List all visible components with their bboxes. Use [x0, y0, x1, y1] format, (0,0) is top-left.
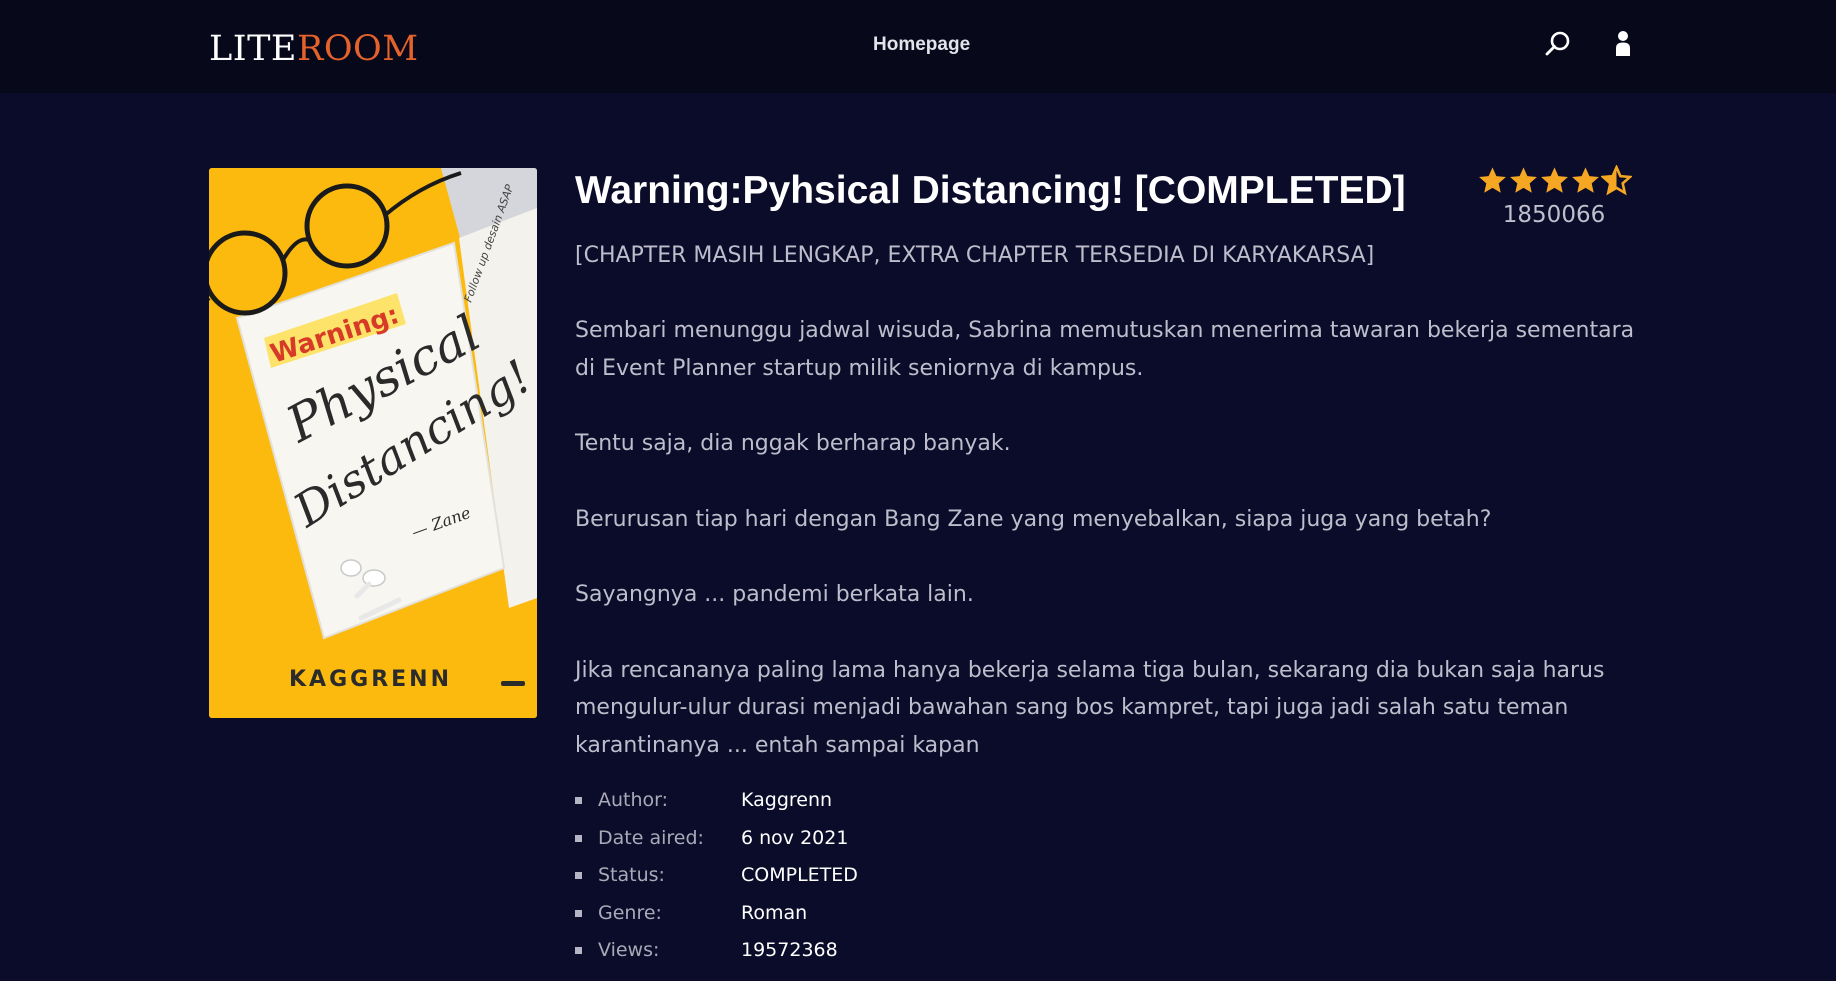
synopsis-paragraph: Sayangnya ... pandemi berkata lain. [575, 582, 974, 607]
detail-label: Status: [598, 864, 665, 886]
cover-author-text: KAGGRENN [289, 667, 452, 692]
list-bullet [575, 909, 582, 917]
top-nav-bar: LITEROOM Homepage [0, 0, 1836, 93]
detail-label: Date aired: [598, 826, 704, 849]
book-subtitle: [CHAPTER MASIH LENGKAP, EXTRA CHAPTER TE… [575, 243, 1375, 268]
detail-value: Kaggrenn [741, 789, 833, 811]
detail-value: 19572368 [741, 939, 838, 961]
list-bullet [575, 947, 582, 954]
book-title: Warning:Pyhsical Distancing! [COMPLETED] [575, 169, 1406, 212]
logo-text-lite: LITE [209, 29, 297, 69]
cover-dash-mark [501, 681, 525, 686]
book-cover-image: Warning: Physical Distancing! — Zane Fol… [209, 168, 537, 718]
rating-count: 1850066 [1502, 202, 1606, 228]
logo-text-room: ROOM [296, 29, 419, 69]
search-icon [1545, 31, 1570, 56]
search-button[interactable] [1542, 28, 1574, 60]
list-bullet [575, 834, 582, 842]
star-rating [1472, 165, 1636, 199]
book-synopsis: Sembari menunggu jadwal wisuda, Sabrina … [575, 312, 1635, 802]
list-bullet [575, 797, 582, 804]
star-icon [1478, 167, 1506, 193]
book-rating: 1850066 [1472, 165, 1636, 229]
detail-value: 6 nov 2021 [741, 826, 849, 849]
synopsis-paragraph: Sembari menunggu jadwal wisuda, Sabrina … [575, 318, 1635, 381]
synopsis-paragraph: Tentu saja, dia nggak berharap banyak. [575, 431, 1011, 456]
detail-value: Roman [741, 901, 808, 924]
detail-label: Author: [598, 789, 669, 811]
cover-earbud-right [340, 559, 362, 577]
detail-label: Views: [598, 939, 660, 961]
synopsis-paragraph: Berurusan tiap hari dengan Bang Zane yan… [575, 506, 1492, 532]
star-icon [1571, 167, 1599, 193]
detail-value: COMPLETED [741, 864, 858, 886]
list-bullet [575, 872, 582, 879]
user-icon [1616, 31, 1630, 56]
cover-illustration: Warning: Physical Distancing! — Zane Fol… [209, 168, 537, 718]
star-icon [1509, 167, 1537, 193]
literoom-logo[interactable]: LITEROOM [209, 27, 419, 71]
user-account-button[interactable] [1607, 28, 1639, 60]
detail-label: Genre: [598, 901, 662, 924]
synopsis-paragraph: Jika rencananya paling lama hanya bekerj… [575, 657, 1605, 758]
star-icon [1540, 167, 1568, 193]
star-half-icon [1600, 165, 1632, 196]
nav-homepage-link[interactable]: Homepage [873, 32, 970, 58]
